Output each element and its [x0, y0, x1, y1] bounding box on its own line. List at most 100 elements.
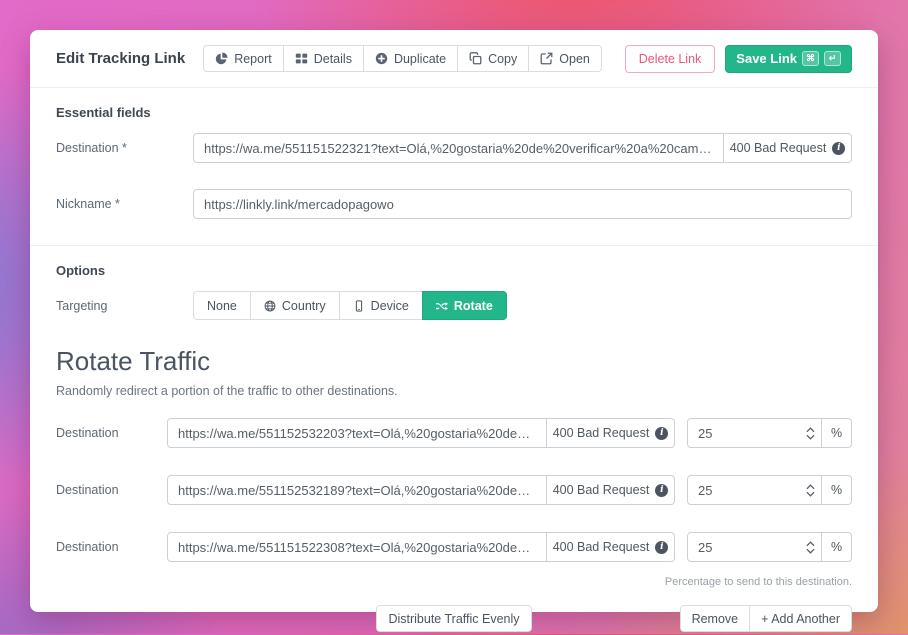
- open-label: Open: [559, 52, 590, 66]
- return-key-badge: ↵: [824, 51, 841, 66]
- targeting-rotate-button[interactable]: Rotate: [422, 291, 507, 320]
- duplicate-button[interactable]: Duplicate: [363, 45, 458, 72]
- rotate-status-text: 400 Bad Request: [553, 426, 650, 440]
- targeting-row: Targeting None Country Device: [56, 291, 852, 320]
- percent-input[interactable]: 25: [687, 418, 822, 448]
- panel-body: Essential fields Destination * 400 Bad R…: [30, 88, 878, 635]
- rotate-status-addon: 400 Bad Request i: [547, 532, 675, 562]
- destination-status-text: 400 Bad Request: [730, 141, 827, 155]
- options-heading: Options: [56, 263, 852, 278]
- delete-link-button[interactable]: Delete Link: [625, 45, 716, 73]
- targeting-country-button[interactable]: Country: [250, 291, 340, 320]
- number-stepper[interactable]: [802, 541, 818, 554]
- targeting-label: Targeting: [56, 299, 193, 313]
- rotate-footer: Distribute Traffic Evenly Remove + Add A…: [56, 605, 852, 635]
- targeting-country-label: Country: [282, 299, 326, 313]
- percent-input[interactable]: 25: [687, 532, 822, 562]
- link-actions-toolbar: Report Details Duplicate Copy: [203, 45, 602, 72]
- targeting-none-label: None: [207, 299, 237, 313]
- rotate-status-text: 400 Bad Request: [553, 540, 650, 554]
- remove-button[interactable]: Remove: [680, 605, 751, 632]
- targeting-none-button[interactable]: None: [193, 291, 251, 320]
- rotate-destination-input[interactable]: [167, 418, 547, 448]
- details-button[interactable]: Details: [283, 45, 364, 72]
- percent-value: 25: [698, 483, 802, 498]
- chevron-down-icon: [806, 548, 815, 554]
- save-link-button[interactable]: Save Link ⌘ ↵: [725, 45, 852, 73]
- rotate-destination-input[interactable]: [167, 475, 547, 505]
- targeting-rotate-label: Rotate: [454, 299, 493, 313]
- chevron-up-icon: [806, 427, 815, 433]
- info-icon[interactable]: i: [655, 541, 668, 554]
- info-icon[interactable]: i: [832, 142, 845, 155]
- rotate-url-group: 400 Bad Request i: [167, 418, 675, 448]
- percent-group: 25 %: [687, 475, 852, 505]
- destination-input-group: 400 Bad Request i: [193, 133, 852, 163]
- rotate-destination-label: Destination: [56, 483, 167, 497]
- percent-unit-addon: %: [822, 475, 852, 505]
- rotate-status-addon: 400 Bad Request i: [547, 475, 675, 505]
- chevron-down-icon: [806, 434, 815, 440]
- number-stepper[interactable]: [802, 427, 818, 440]
- percent-group: 25 %: [687, 532, 852, 562]
- nickname-input-group: [193, 189, 852, 219]
- targeting-button-group: None Country Device: [193, 291, 507, 320]
- rotate-destination-row: Destination 400 Bad Request i 25 %: [56, 475, 852, 505]
- percent-value: 25: [698, 426, 802, 441]
- pie-chart-icon: [215, 52, 228, 65]
- duplicate-label: Duplicate: [394, 52, 446, 66]
- command-key-badge: ⌘: [802, 51, 819, 66]
- report-button[interactable]: Report: [203, 45, 284, 72]
- details-label: Details: [314, 52, 352, 66]
- rotate-traffic-heading: Rotate Traffic: [56, 346, 852, 377]
- page-title: Edit Tracking Link: [56, 50, 185, 67]
- rotate-destination-input[interactable]: [167, 532, 547, 562]
- save-link-label: Save Link: [736, 51, 797, 66]
- rotate-destination-row: Destination 400 Bad Request i 25 %: [56, 532, 852, 562]
- destination-field-row: Destination * 400 Bad Request i: [56, 133, 852, 163]
- percent-unit-addon: %: [822, 532, 852, 562]
- number-stepper[interactable]: [802, 484, 818, 497]
- nickname-field-row: Nickname *: [56, 189, 852, 219]
- report-label: Report: [234, 52, 272, 66]
- rotate-destination-label: Destination: [56, 426, 167, 440]
- rotate-status-text: 400 Bad Request: [553, 483, 650, 497]
- info-icon[interactable]: i: [655, 484, 668, 497]
- destination-label: Destination *: [56, 141, 193, 155]
- rotate-traffic-description: Randomly redirect a portion of the traff…: [56, 384, 852, 398]
- copy-button[interactable]: Copy: [457, 45, 529, 72]
- grid-icon: [295, 52, 308, 65]
- rotate-url-group: 400 Bad Request i: [167, 532, 675, 562]
- targeting-device-label: Device: [371, 299, 409, 313]
- nickname-input[interactable]: [193, 189, 852, 219]
- essential-fields-heading: Essential fields: [56, 105, 852, 120]
- row-actions-group: Remove + Add Another: [680, 605, 852, 632]
- copy-icon: [469, 52, 482, 65]
- chevron-up-icon: [806, 541, 815, 547]
- distribute-traffic-button[interactable]: Distribute Traffic Evenly: [376, 605, 531, 632]
- external-link-icon: [540, 52, 553, 65]
- percent-group: 25 %: [687, 418, 852, 448]
- divider: [30, 245, 878, 246]
- panel-header: Edit Tracking Link Report Details Duplic…: [30, 30, 878, 88]
- targeting-device-button[interactable]: Device: [339, 291, 423, 320]
- rotate-destination-label: Destination: [56, 540, 167, 554]
- percent-input[interactable]: 25: [687, 475, 822, 505]
- globe-icon: [264, 300, 276, 312]
- edit-tracking-link-panel: Edit Tracking Link Report Details Duplic…: [30, 30, 878, 612]
- nickname-label: Nickname *: [56, 197, 193, 211]
- chevron-up-icon: [806, 484, 815, 490]
- shuffle-icon: [436, 300, 448, 312]
- info-icon[interactable]: i: [655, 427, 668, 440]
- rotate-url-group: 400 Bad Request i: [167, 475, 675, 505]
- chevron-down-icon: [806, 491, 815, 497]
- rotate-destination-row: Destination 400 Bad Request i 25 %: [56, 418, 852, 448]
- copy-label: Copy: [488, 52, 517, 66]
- percent-value: 25: [698, 540, 802, 555]
- open-button[interactable]: Open: [528, 45, 602, 72]
- plus-circle-icon: [375, 52, 388, 65]
- mobile-icon: [353, 300, 365, 312]
- destination-status-addon: 400 Bad Request i: [724, 133, 852, 163]
- add-another-button[interactable]: + Add Another: [749, 605, 852, 632]
- destination-input[interactable]: [193, 133, 724, 163]
